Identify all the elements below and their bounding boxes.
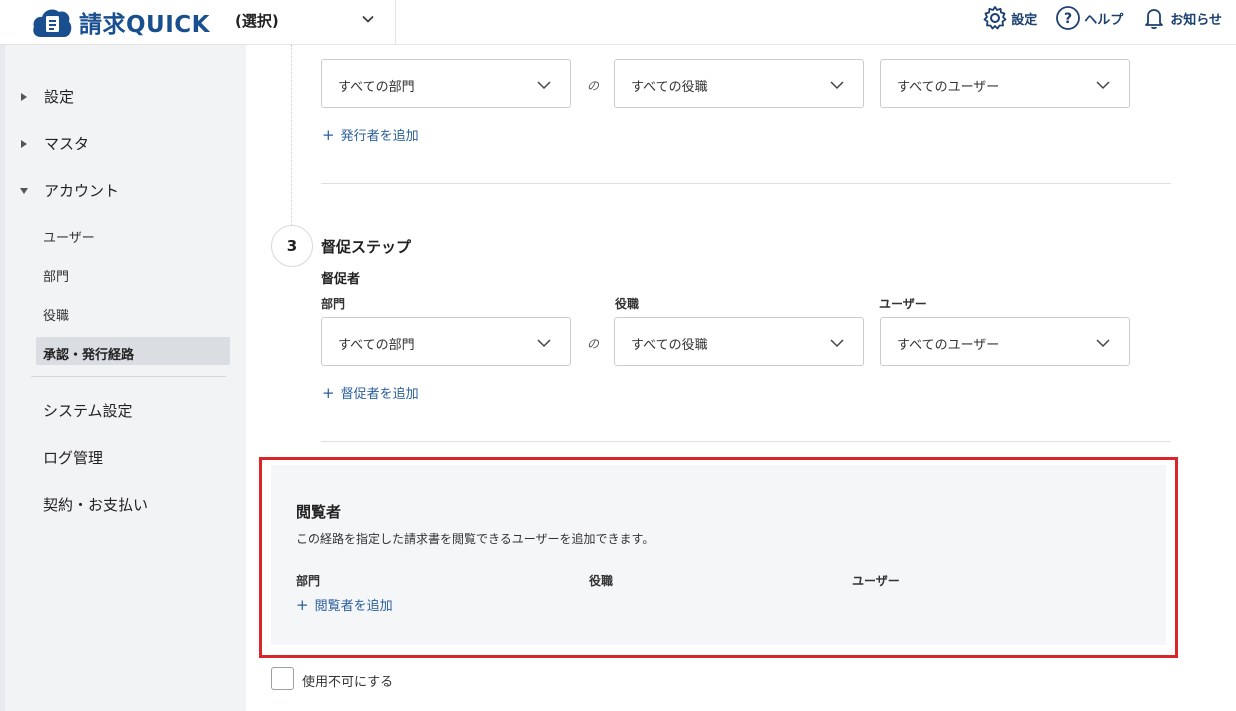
select-value: すべてのユーザー <box>897 338 1000 353</box>
add-viewer-label: 閲覧者を追加 <box>314 599 393 614</box>
sidebar-active-label: 承認・発行経路 <box>43 348 135 363</box>
chevron-down-icon <box>1096 81 1110 90</box>
main-content: すべての部門 の すべての役職 すべてのユーザー + 発行者を追加 3 督促ステ… <box>246 45 1236 711</box>
viewer-description: この経路を指定した請求書を閲覧できるユーザーを追加できます。 <box>296 532 655 546</box>
reminder-department-select[interactable]: すべての部門 <box>321 317 571 366</box>
gear-icon <box>983 6 1007 30</box>
chevron-down-icon[interactable] <box>360 11 376 27</box>
viewer-title: 閲覧者 <box>296 503 342 521</box>
step-title: 督促ステップ <box>321 238 412 256</box>
connector-text: の <box>587 337 600 351</box>
department-label: 部門 <box>321 297 346 311</box>
reminder-user-select[interactable]: すべてのユーザー <box>880 317 1130 366</box>
select-value: すべての役職 <box>631 338 708 353</box>
plus-icon: + <box>322 383 335 402</box>
select-value: すべての役職 <box>631 80 708 95</box>
step-number-badge: 3 <box>271 225 313 267</box>
caret-right-icon <box>21 92 27 101</box>
app-name: 請求QUICK <box>79 12 210 38</box>
caret-down-icon <box>20 187 28 194</box>
chevron-down-icon <box>830 81 844 90</box>
header-actions: 設定 ? ヘルプ お知らせ <box>982 5 1222 31</box>
org-select-value[interactable]: (選択) <box>235 10 279 31</box>
step-number: 3 <box>286 237 298 255</box>
add-viewer-link[interactable]: + 閲覧者を追加 <box>296 595 393 615</box>
add-reminder-link[interactable]: + 督促者を追加 <box>322 383 419 403</box>
sidebar-subitem-departments[interactable]: 部門 <box>43 266 69 285</box>
section-divider <box>321 183 1171 184</box>
plus-icon: + <box>296 595 309 614</box>
chevron-down-icon <box>830 339 844 348</box>
app-logo[interactable]: 請求QUICK <box>31 5 210 39</box>
settings-link[interactable]: 設定 <box>982 5 1037 31</box>
notifications-label: お知らせ <box>1170 12 1222 28</box>
plus-icon: + <box>322 125 335 144</box>
sidebar-item-label: 設定 <box>44 88 75 106</box>
select-value: すべての部門 <box>338 338 415 353</box>
chevron-down-icon <box>1096 339 1110 348</box>
issuer-user-select[interactable]: すべてのユーザー <box>880 59 1130 108</box>
disable-checkbox[interactable] <box>271 667 294 690</box>
user-label: ユーザー <box>879 297 927 311</box>
add-issuer-label: 発行者を追加 <box>340 129 419 144</box>
connector-text: の <box>587 79 600 93</box>
sidebar-item-master[interactable]: マスタ <box>5 133 89 154</box>
sidebar-item-account[interactable]: アカウント <box>5 180 119 201</box>
chevron-down-icon <box>537 339 551 348</box>
sidebar-divider <box>31 376 226 377</box>
sidebar-item-label: マスタ <box>44 135 90 153</box>
notifications-link[interactable]: お知らせ <box>1141 5 1222 31</box>
issuer-position-select[interactable]: すべての役職 <box>614 59 864 108</box>
position-label: 役職 <box>615 297 640 311</box>
sidebar: 設定 マスタ アカウント ユーザー 部門 役職 承認・発行経路 システム設定 ロ… <box>5 45 246 711</box>
viewer-department-label: 部門 <box>296 574 321 588</box>
reminder-position-select[interactable]: すべての役職 <box>614 317 864 366</box>
issuer-department-select[interactable]: すべての部門 <box>321 59 571 108</box>
highlight-frame <box>259 457 1178 658</box>
app-header: 請求QUICK (選択) 設定 ? ヘルプ お知らせ <box>0 0 1236 45</box>
sidebar-item-log-management[interactable]: ログ管理 <box>43 447 103 468</box>
sidebar-item-settings[interactable]: 設定 <box>5 86 74 107</box>
help-link[interactable]: ? ヘルプ <box>1055 5 1123 31</box>
sidebar-subitem-users[interactable]: ユーザー <box>43 227 95 246</box>
chevron-down-icon <box>537 81 551 90</box>
sidebar-subitem-positions[interactable]: 役職 <box>43 305 69 324</box>
viewer-position-label: 役職 <box>589 574 614 588</box>
help-label: ヘルプ <box>1084 12 1124 28</box>
disable-checkbox-label[interactable]: 使用不可にする <box>302 671 393 690</box>
help-icon: ? <box>1056 6 1081 30</box>
add-reminder-label: 督促者を追加 <box>340 387 419 402</box>
sidebar-item-system-settings[interactable]: システム設定 <box>43 400 133 421</box>
svg-text:?: ? <box>1064 11 1072 27</box>
add-issuer-link[interactable]: + 発行者を追加 <box>322 125 419 145</box>
viewer-user-label: ユーザー <box>852 574 900 588</box>
caret-right-icon <box>21 139 27 148</box>
cloud-document-icon <box>33 9 72 37</box>
section-divider <box>321 441 1171 442</box>
header-divider <box>395 0 396 45</box>
step-subtitle: 督促者 <box>321 272 361 287</box>
sidebar-item-contract-payment[interactable]: 契約・お支払い <box>43 494 148 515</box>
select-value: すべての部門 <box>338 80 415 95</box>
step-connector-line <box>291 45 292 235</box>
bell-icon <box>1145 9 1164 30</box>
settings-label: 設定 <box>1011 12 1038 28</box>
select-value: すべてのユーザー <box>897 80 1000 95</box>
sidebar-item-label: アカウント <box>44 182 120 200</box>
